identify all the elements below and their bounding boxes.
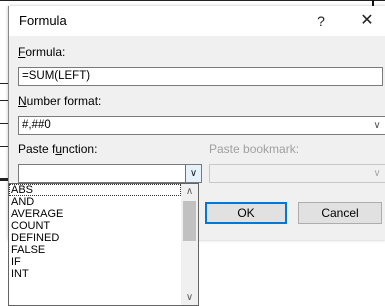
scrollbar-thumb[interactable] — [183, 201, 196, 241]
function-list-item[interactable]: ABS — [9, 184, 181, 196]
document-rule — [0, 83, 8, 84]
screen: Formula ? ✕ Formula: =SUM(LEFT) Number f… — [0, 0, 385, 306]
dialog-title: Formula — [19, 13, 67, 28]
function-list-item[interactable]: AVERAGE — [9, 208, 181, 220]
chevron-up-icon[interactable]: ∧ — [181, 184, 198, 199]
document-rule — [0, 0, 385, 1]
function-list-item[interactable]: COUNT — [9, 220, 181, 232]
close-icon[interactable]: ✕ — [347, 6, 385, 36]
document-rule — [0, 123, 8, 124]
document-thick-rule — [0, 178, 8, 181]
paste-function-combo[interactable]: ∨ — [18, 164, 202, 183]
number-format-label: Number format: — [18, 94, 102, 108]
formula-label: Formula: — [18, 45, 66, 59]
dropdown-scrollbar[interactable]: ∧ ∨ — [181, 184, 198, 305]
function-list[interactable]: ABS AND AVERAGE COUNT DEFINED FALSE IF INT — [9, 184, 181, 280]
function-list-item[interactable]: INT — [9, 268, 181, 280]
ok-button[interactable]: OK — [205, 202, 287, 224]
chevron-down-icon[interactable]: ∨ — [369, 117, 385, 134]
chevron-down-icon: ∨ — [369, 165, 385, 182]
paste-function-label: Paste function: — [18, 142, 98, 156]
document-rule — [0, 100, 8, 101]
chevron-down-icon[interactable]: ∨ — [181, 290, 198, 305]
function-list-item[interactable]: DEFINED — [9, 232, 181, 244]
function-list-item[interactable]: FALSE — [9, 244, 181, 256]
help-button[interactable]: ? — [301, 6, 341, 36]
paste-bookmark-combo: ∨ — [209, 164, 385, 183]
document-rule — [0, 146, 8, 147]
dialog-titlebar: Formula ? ✕ — [9, 6, 385, 36]
chevron-down-icon[interactable]: ∨ — [185, 165, 201, 182]
cancel-button[interactable]: Cancel — [298, 202, 382, 224]
number-format-combo[interactable]: #,##0 ∨ — [18, 116, 385, 135]
paste-bookmark-label: Paste bookmark: — [209, 142, 300, 156]
function-list-item[interactable]: AND — [9, 196, 181, 208]
number-format-value: #,##0 — [22, 119, 51, 131]
function-list-item[interactable]: IF — [9, 256, 181, 268]
paste-function-dropdown[interactable]: ABS AND AVERAGE COUNT DEFINED FALSE IF INT ∧ ∨ — [8, 183, 199, 306]
formula-input[interactable]: =SUM(LEFT) — [18, 67, 383, 86]
